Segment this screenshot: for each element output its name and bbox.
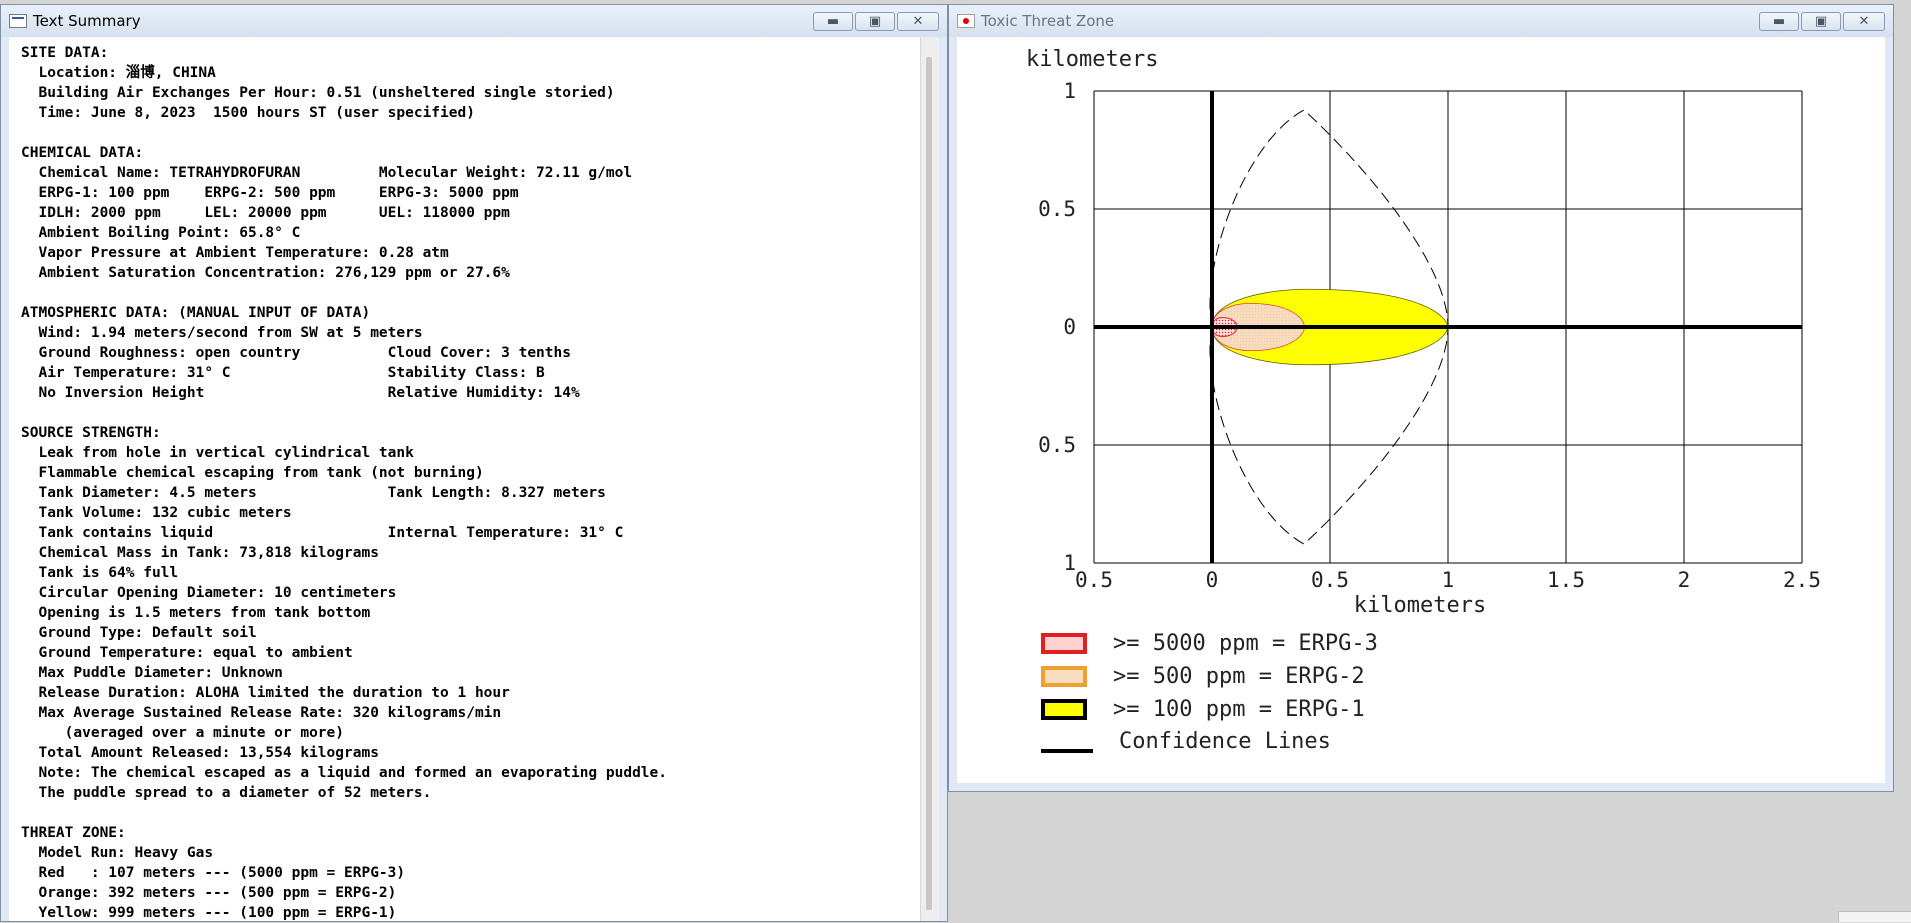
text-summary-content-area: SITE DATA: Location: 淄博, CHINA Building … xyxy=(9,37,939,921)
minimize-button[interactable]: ▬ xyxy=(1759,12,1799,31)
erpg2-swatch xyxy=(1041,666,1087,687)
threat-zone-plot-area: kilometers kilometers 0.5 0 0.5 1 1.5 2 2.5 1 0.… xyxy=(957,37,1885,783)
maximize-button[interactable]: ▣ xyxy=(855,12,895,31)
text-summary-title: Text Summary xyxy=(33,12,141,30)
erpg1-swatch xyxy=(1041,699,1087,720)
close-button[interactable]: ✕ xyxy=(897,12,939,31)
desktop-corner-element xyxy=(1838,911,1911,922)
close-button[interactable]: ✕ xyxy=(1843,12,1885,31)
erpg3-swatch xyxy=(1041,633,1087,654)
vertical-scrollbar[interactable] xyxy=(920,37,939,921)
x-tick-label: 2.5 xyxy=(1783,568,1821,592)
text-summary-titlebar[interactable]: Text Summary ▬ ▣ ✕ xyxy=(1,5,947,37)
x-tick-label: 1 xyxy=(1442,568,1455,592)
x-tick-label: 2 xyxy=(1678,568,1691,592)
legend-item-erpg3: >= 5000 ppm = ERPG-3 xyxy=(1041,631,1378,656)
threat-zone-app-icon xyxy=(957,14,975,28)
x-tick-label: 0 xyxy=(1206,568,1219,592)
y-tick-label: 1 xyxy=(1063,79,1076,103)
text-summary-window: Text Summary ▬ ▣ ✕ SITE DATA: Location: … xyxy=(0,4,948,922)
legend-item-confidence-lines: Confidence Lines xyxy=(1041,729,1331,754)
y-axis-label: kilometers xyxy=(1026,47,1158,72)
y-tick-label: 1 xyxy=(1063,551,1076,575)
summary-text: SITE DATA: Location: 淄博, CHINA Building … xyxy=(21,45,668,921)
threat-zone-title: Toxic Threat Zone xyxy=(981,12,1115,30)
x-tick-label: 1.5 xyxy=(1547,568,1585,592)
scroll-thumb[interactable] xyxy=(926,57,932,910)
maximize-button[interactable]: ▣ xyxy=(1801,12,1841,31)
confidence-line-swatch xyxy=(1041,731,1093,753)
legend-item-erpg1: >= 100 ppm = ERPG-1 xyxy=(1041,697,1365,722)
legend-label: >= 5000 ppm = ERPG-3 xyxy=(1113,631,1378,656)
legend-item-erpg2: >= 500 ppm = ERPG-2 xyxy=(1041,664,1365,689)
threat-zone-titlebar[interactable]: Toxic Threat Zone ▬ ▣ ✕ xyxy=(949,5,1893,37)
minimize-button[interactable]: ▬ xyxy=(813,12,853,31)
x-tick-label: 0.5 xyxy=(1311,568,1349,592)
y-tick-label: 0 xyxy=(1063,315,1076,339)
x-axis-label: kilometers xyxy=(1354,593,1486,618)
y-tick-label: 0.5 xyxy=(1038,197,1076,221)
legend-label: >= 500 ppm = ERPG-2 xyxy=(1113,664,1365,689)
y-tick-label: 0.5 xyxy=(1038,433,1076,457)
legend-label: Confidence Lines xyxy=(1119,729,1331,754)
document-icon xyxy=(9,14,27,28)
x-tick-label: 0.5 xyxy=(1075,568,1113,592)
legend-label: >= 100 ppm = ERPG-1 xyxy=(1113,697,1365,722)
threat-zone-window: Toxic Threat Zone ▬ ▣ ✕ kilometers kilom… xyxy=(948,4,1894,792)
